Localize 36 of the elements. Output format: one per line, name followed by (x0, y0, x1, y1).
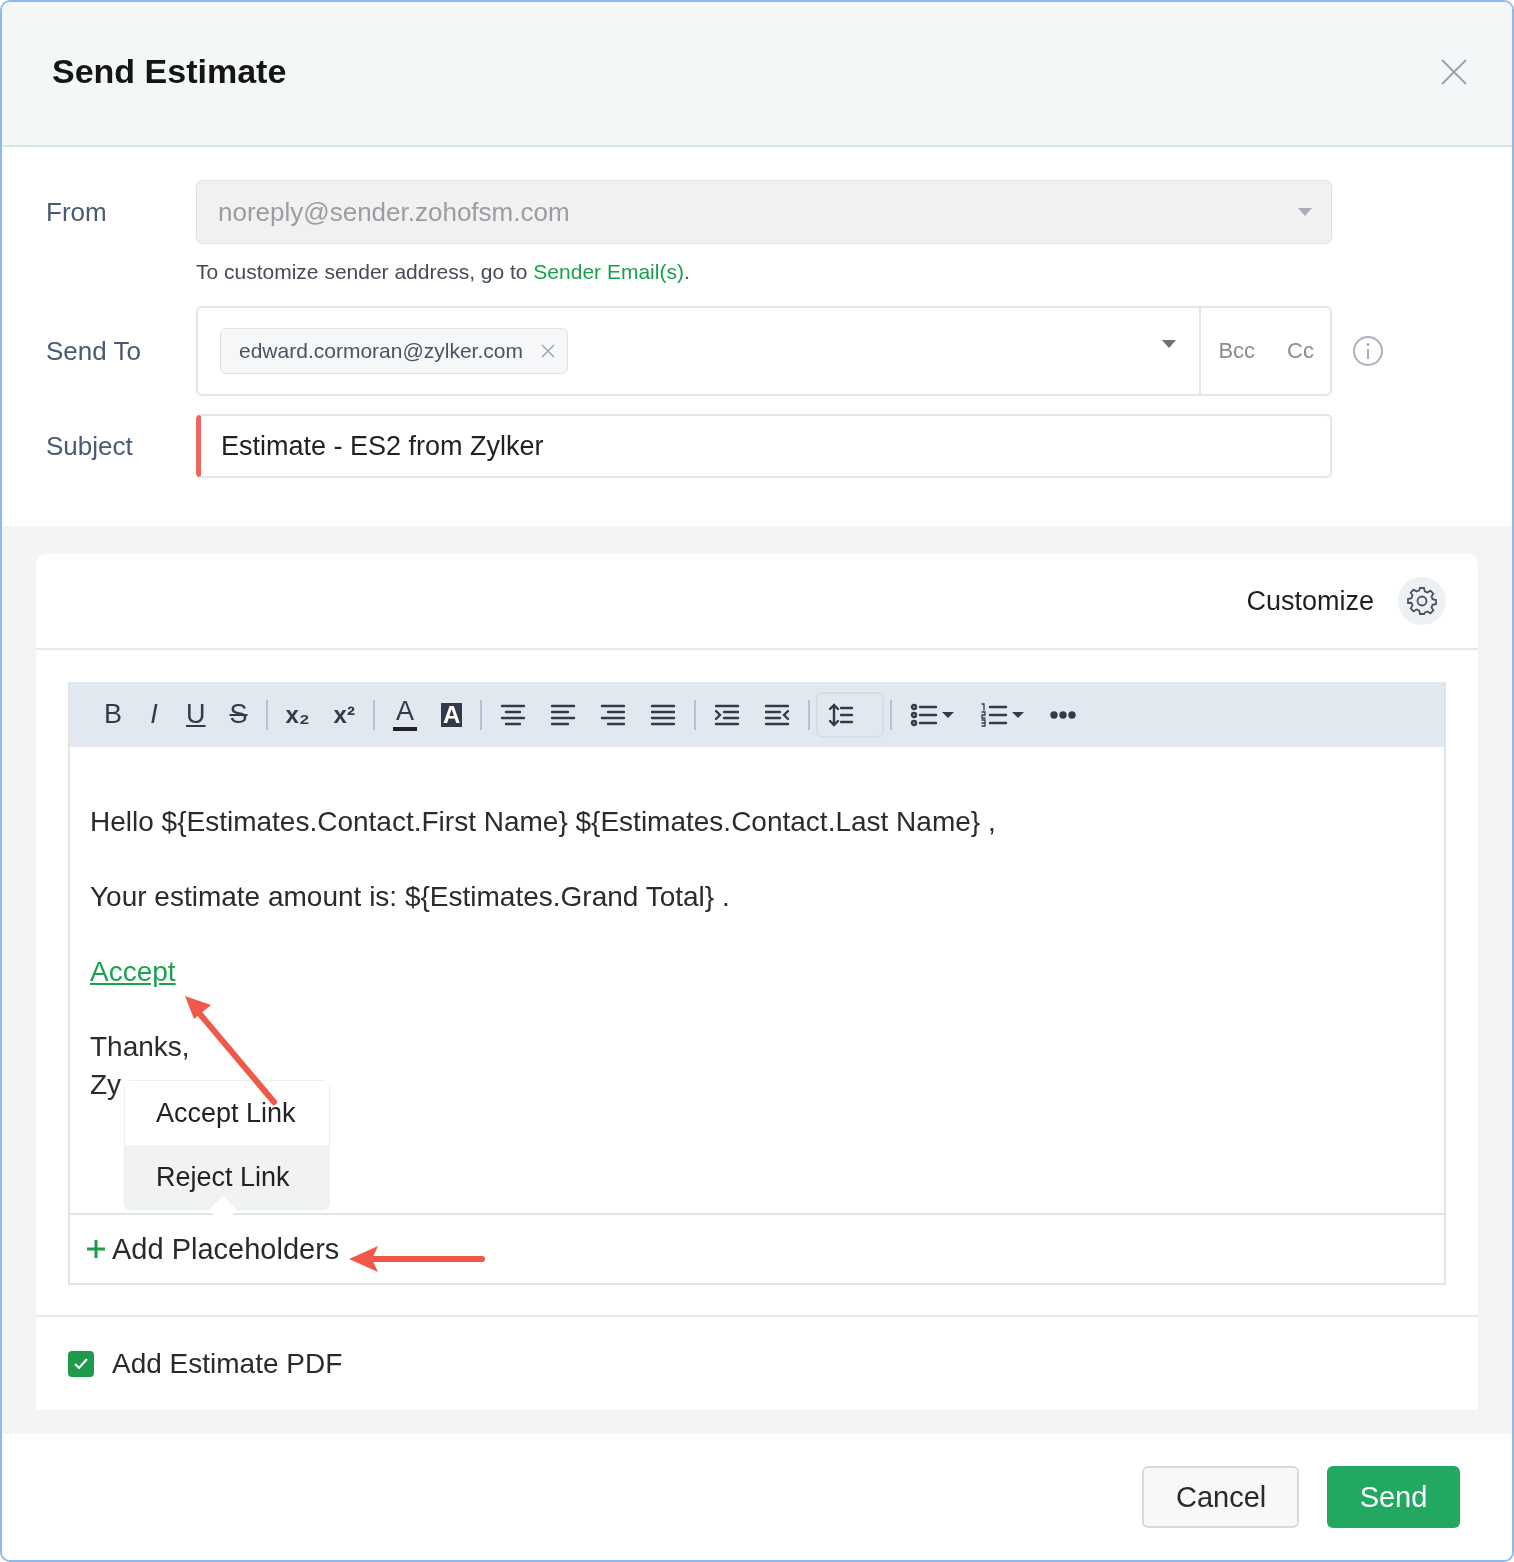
bulleted-list-icon[interactable] (910, 701, 957, 728)
field-label: Subject (46, 430, 134, 462)
dropdown-caret-icon (1297, 207, 1313, 217)
check-icon (73, 1357, 89, 1371)
line-height-button[interactable] (816, 691, 885, 738)
customize-label: Customize (1246, 585, 1374, 617)
plus-icon (86, 1239, 106, 1259)
menu-item[interactable]: Reject Link (125, 1145, 329, 1209)
field-label: Send To (46, 335, 142, 367)
subscript-button[interactable]: x₂ (273, 691, 322, 738)
hint-text: To customize sender address, go to Sender Email(s). (196, 259, 691, 285)
field-label: From (46, 196, 108, 228)
bold-button[interactable]: B (92, 691, 134, 738)
recipient-field[interactable]: edward.cormoran@zylker.com Bcc Cc (196, 306, 1332, 396)
highlight-button[interactable]: A (428, 691, 475, 738)
underline-button[interactable]: U (174, 691, 218, 738)
superscript-button[interactable]: x² (321, 691, 367, 738)
body-text: Hello ${Estimates.Contact.First Name} ${Estimates.Contact.Last Name} , (90, 805, 997, 839)
add-placeholders-link[interactable]: Add Placeholders (86, 1232, 340, 1266)
line-height-icon (828, 701, 855, 728)
recipient-chip: edward.cormoran@zylker.com (220, 328, 568, 374)
checkbox-label: Add Estimate PDF (112, 1348, 343, 1380)
body-text: Your estimate amount is: ${Estimates.Grand Total} . (90, 880, 731, 914)
dropdown-caret-icon[interactable] (1161, 339, 1178, 349)
font-color-button[interactable]: A (380, 691, 429, 738)
numbered-list-icon[interactable] (980, 701, 1027, 728)
subject-field[interactable]: Estimate - ES2 from Zylker (196, 414, 1332, 478)
italic-button[interactable]: I (134, 691, 174, 738)
body-text: Zy (90, 1067, 123, 1102)
cancel-button[interactable]: Cancel (1142, 1466, 1299, 1528)
strikethrough-button[interactable]: S (217, 691, 260, 738)
dialog-title: Send Estimate (52, 52, 287, 91)
body-text: Thanks, (90, 1030, 191, 1064)
settings-icon (1407, 586, 1437, 616)
settings-button[interactable] (1398, 577, 1446, 625)
checkbox[interactable] (68, 1351, 94, 1377)
